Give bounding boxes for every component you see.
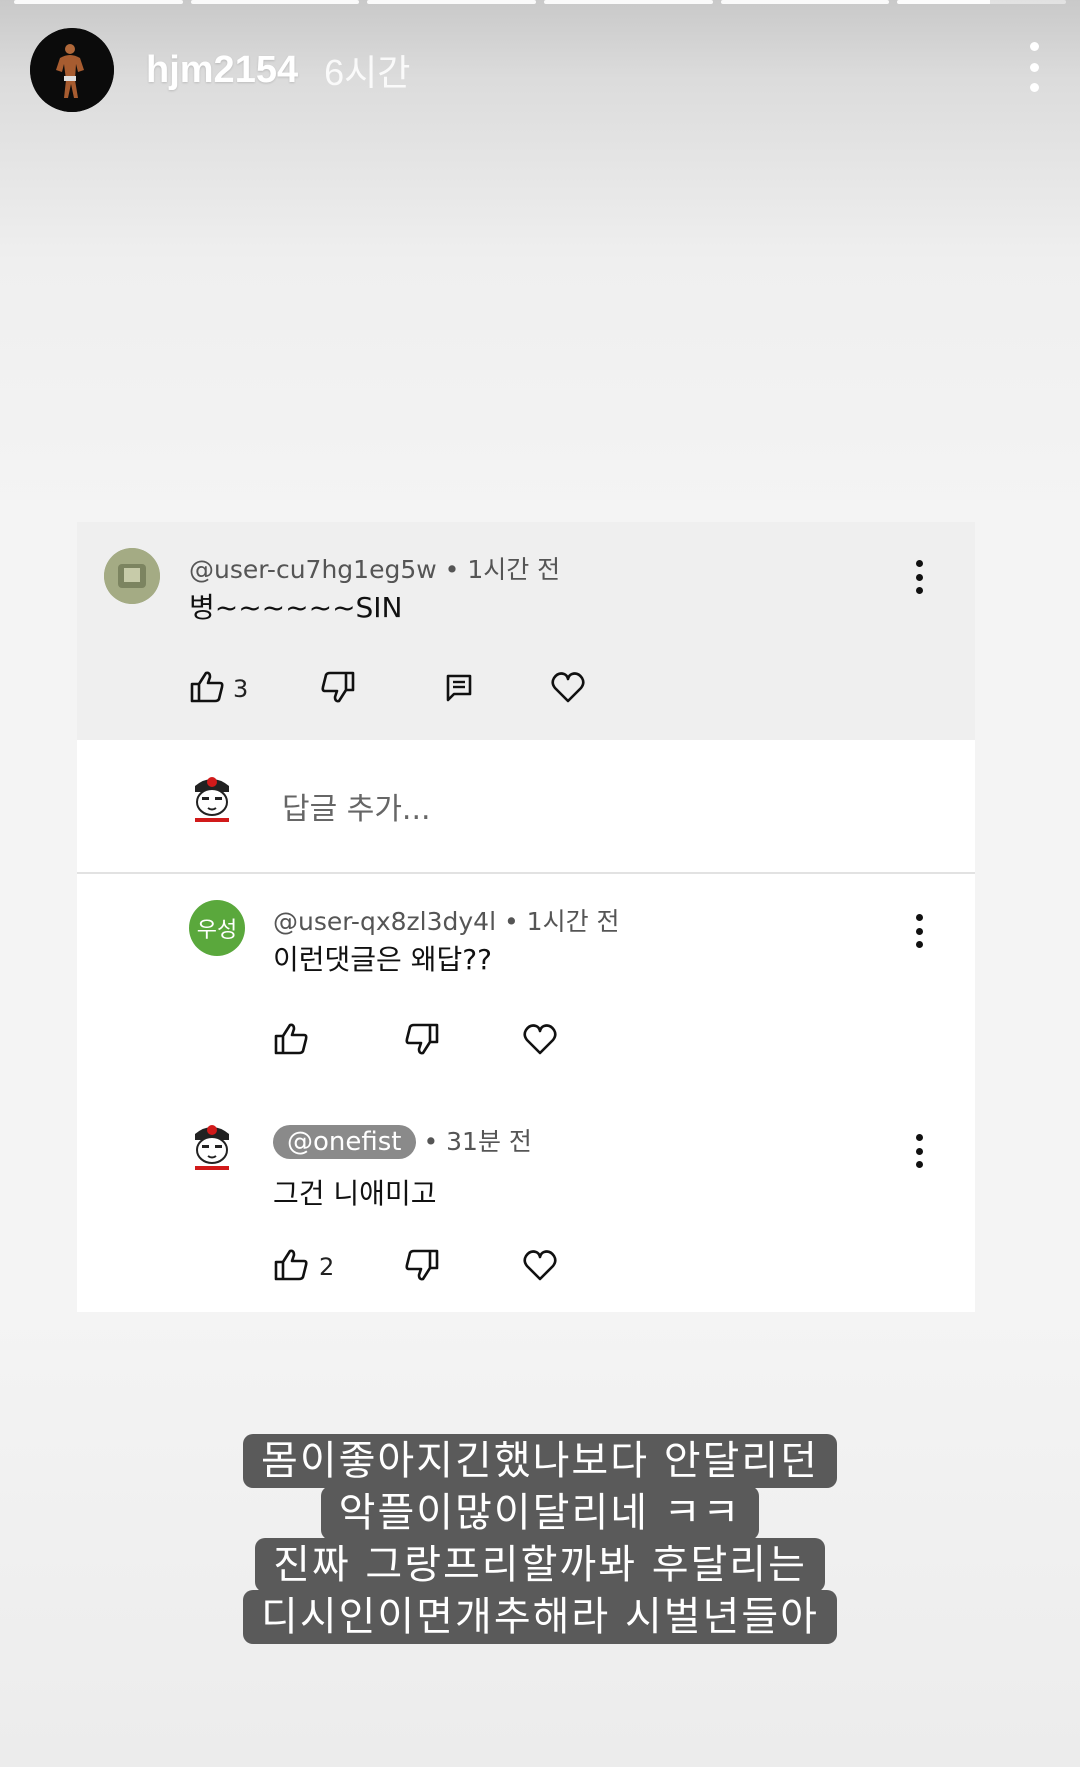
- like-icon[interactable]: [273, 1022, 309, 1056]
- more-options-icon[interactable]: [1024, 42, 1044, 92]
- caption-line: 악플이많이달리네 ㅋㅋ: [320, 1486, 760, 1540]
- like-count: 2: [319, 1253, 335, 1281]
- my-avatar: [189, 772, 235, 828]
- dislike-icon[interactable]: [404, 1022, 440, 1056]
- comment-text: 병~~~~~~SIN: [189, 591, 403, 624]
- heart-icon[interactable]: [522, 1248, 558, 1282]
- story-username[interactable]: hjm2154: [146, 49, 298, 92]
- comment-screenshot: @user-cu7hg1eg5w • 1시간 전 병~~~~~~SIN 3 답글…: [77, 522, 975, 1312]
- heart-icon[interactable]: [550, 670, 586, 704]
- commenter-avatar: 우성: [189, 900, 245, 956]
- progress-segment-current: [897, 0, 1067, 4]
- progress-segment: [544, 0, 713, 4]
- add-reply-row[interactable]: 답글 추가...: [77, 740, 975, 874]
- story-caption: 몸이좋아지긴했나보다 안달리던 악플이많이달리네 ㅋㅋ 진짜 그랑프리할까봐 후…: [0, 1434, 1080, 1644]
- progress-segment: [367, 0, 537, 4]
- story-timestamp: 6시간: [324, 52, 411, 93]
- caption-line: 디시인이면개추해라 시벌년들아: [243, 1590, 837, 1644]
- comment-more-icon[interactable]: [913, 1134, 925, 1168]
- comment-text: 이런댓글은 왜답??: [273, 943, 492, 976]
- comment-more-icon[interactable]: [913, 914, 925, 948]
- author-badge[interactable]: @onefist: [273, 1125, 416, 1159]
- like-icon[interactable]: [189, 670, 225, 704]
- comment-author[interactable]: @user-cu7hg1eg5w • 1시간 전: [189, 550, 560, 586]
- story-header: hjm2154 6시간: [30, 28, 1050, 112]
- profile-avatar[interactable]: [30, 28, 114, 112]
- commenter-avatar: [104, 548, 160, 604]
- comment-more-icon[interactable]: [913, 560, 925, 594]
- add-reply-input[interactable]: 답글 추가...: [282, 784, 431, 828]
- comment-author[interactable]: @user-qx8zl3dy4l • 1시간 전: [273, 902, 620, 938]
- progress-segment: [720, 0, 890, 4]
- like-count: 3: [233, 675, 249, 703]
- reply-icon[interactable]: [444, 672, 474, 704]
- story-progress-bar: [14, 0, 1067, 4]
- dislike-icon[interactable]: [320, 670, 356, 704]
- progress-segment: [14, 0, 183, 4]
- dislike-icon[interactable]: [404, 1248, 440, 1282]
- caption-line: 몸이좋아지긴했나보다 안달리던: [243, 1434, 837, 1488]
- progress-segment: [190, 0, 360, 4]
- comment-text: 그건 니애미고: [273, 1177, 437, 1210]
- caption-line: 진짜 그랑프리할까봐 후달리는: [255, 1538, 825, 1592]
- heart-icon[interactable]: [522, 1022, 558, 1056]
- like-icon[interactable]: [273, 1248, 309, 1282]
- comment-author[interactable]: @onefist • 31분 전: [273, 1122, 532, 1159]
- commenter-avatar: [189, 1120, 235, 1176]
- main-comment: @user-cu7hg1eg5w • 1시간 전 병~~~~~~SIN 3: [77, 522, 975, 740]
